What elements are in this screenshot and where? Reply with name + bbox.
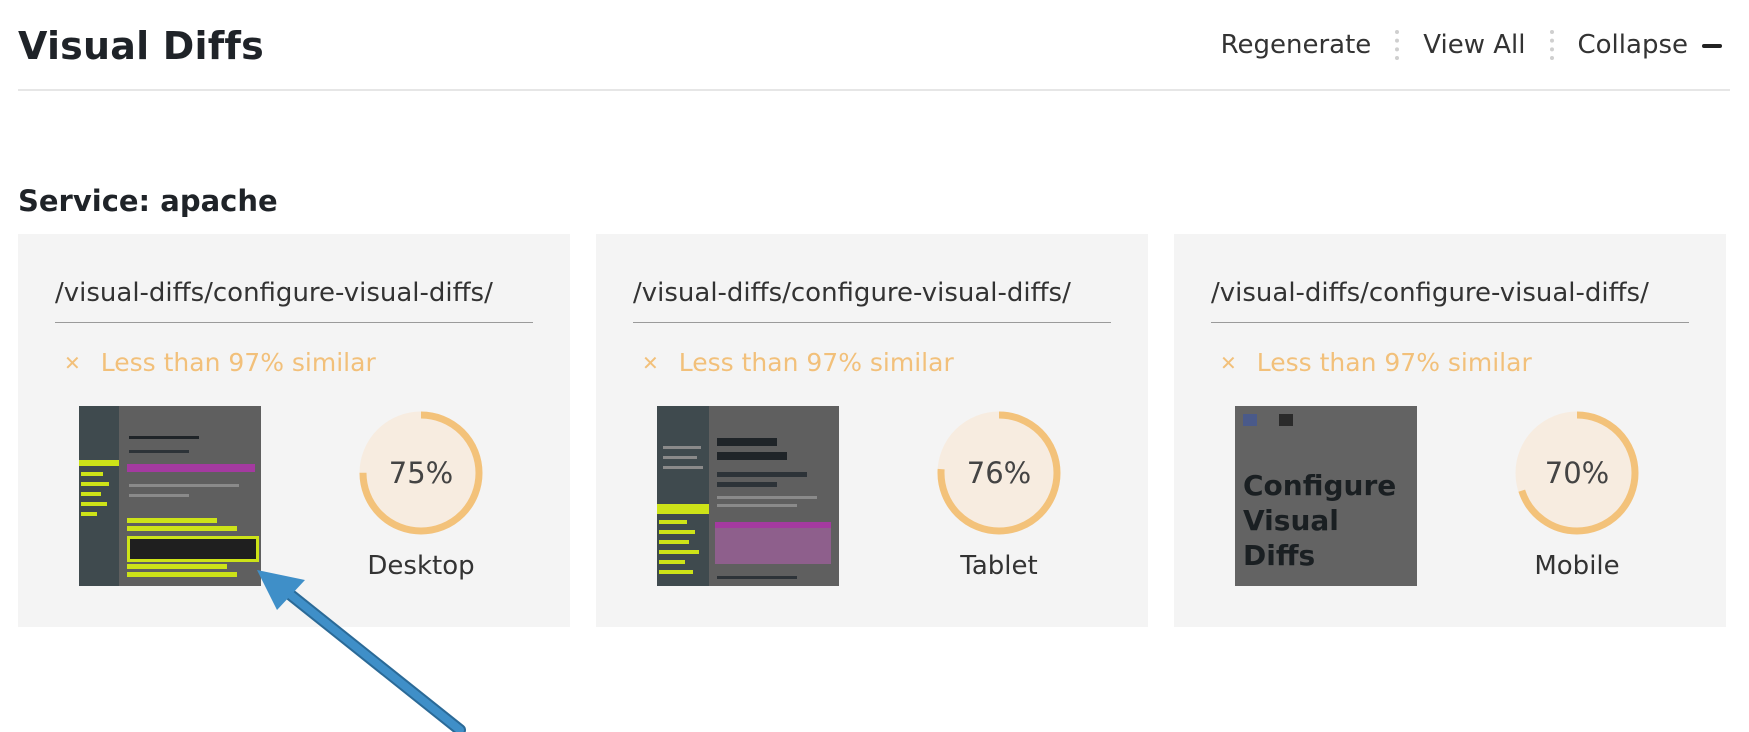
thumb-text <box>663 456 697 459</box>
close-icon: ✕ <box>642 350 659 375</box>
divider <box>1549 30 1554 60</box>
thumb-text <box>663 446 701 449</box>
thumb-highlight <box>659 570 693 574</box>
close-icon: ✕ <box>64 350 81 375</box>
thumb-highlight <box>659 560 685 564</box>
thumb-text <box>663 466 703 469</box>
minus-icon <box>1702 43 1722 48</box>
similarity-gauge: 76% <box>934 408 1064 538</box>
similarity-status: ✕ Less than 97% similar <box>642 348 954 377</box>
service-title: Service: apache <box>18 184 278 218</box>
similarity-status: ✕ Less than 97% similar <box>64 348 376 377</box>
search-icon <box>1279 414 1293 426</box>
thumb-highlight <box>659 540 689 544</box>
page-path: /visual-diffs/configure-visual-diffs/ <box>1211 278 1689 323</box>
thumb-text <box>717 576 797 579</box>
thumb-text <box>129 484 239 487</box>
header-actions: Regenerate View All Collapse <box>1221 30 1722 60</box>
thumb-code-block <box>127 536 259 562</box>
thumb-text <box>717 482 777 487</box>
thumb-highlight <box>81 512 97 516</box>
thumb-highlight <box>657 504 709 514</box>
thumb-callout <box>127 464 255 472</box>
thumb-text <box>129 450 189 453</box>
header: Visual Diffs Regenerate View All Collaps… <box>18 0 1730 91</box>
status-text: Less than 97% similar <box>678 348 954 377</box>
visual-diff-card-mobile: /visual-diffs/configure-visual-diffs/ ✕ … <box>1174 234 1726 627</box>
thumb-highlight <box>127 526 237 531</box>
thumb-highlight <box>659 550 699 554</box>
visual-diff-card-desktop: /visual-diffs/configure-visual-diffs/ ✕ … <box>18 234 570 627</box>
device-label: Tablet <box>960 551 1038 581</box>
thumb-sidebar <box>79 406 119 586</box>
collapse-button[interactable]: Collapse <box>1577 30 1722 60</box>
similarity-status: ✕ Less than 97% similar <box>1220 348 1532 377</box>
similarity-gauge: 70% <box>1512 408 1642 538</box>
thumb-highlight <box>81 472 103 476</box>
close-icon: ✕ <box>1220 350 1237 375</box>
visual-diff-card-tablet: /visual-diffs/configure-visual-diffs/ ✕ … <box>596 234 1148 627</box>
thumb-highlight <box>81 482 109 486</box>
thumb-heading: Configure Visual Diffs <box>1243 469 1397 572</box>
divider <box>1395 30 1400 60</box>
thumb-text <box>717 504 797 507</box>
page-path: /visual-diffs/configure-visual-diffs/ <box>633 278 1111 323</box>
similarity-gauge: 75% <box>356 408 486 538</box>
similarity-percent: 70% <box>1544 456 1610 490</box>
desktop-diff-thumbnail[interactable] <box>79 406 261 586</box>
regenerate-button[interactable]: Regenerate <box>1221 30 1372 60</box>
collapse-label: Collapse <box>1577 30 1689 60</box>
device-label: Mobile <box>1534 551 1620 581</box>
status-text: Less than 97% similar <box>1256 348 1532 377</box>
thumb-highlight <box>127 564 227 569</box>
thumb-heading <box>717 452 787 460</box>
page-path: /visual-diffs/configure-visual-diffs/ <box>55 278 533 323</box>
thumb-highlight <box>659 530 695 534</box>
thumb-highlight <box>81 492 101 496</box>
thumb-highlight <box>659 520 687 524</box>
annotation-arrow-icon <box>257 570 466 732</box>
thumb-sidebar <box>657 406 709 586</box>
thumb-heading <box>717 438 777 446</box>
tablet-diff-thumbnail[interactable] <box>657 406 839 586</box>
page-title: Visual Diffs <box>18 24 264 68</box>
thumb-highlight <box>79 460 119 466</box>
similarity-percent: 75% <box>388 456 454 490</box>
thumb-text <box>717 496 817 499</box>
thumb-text <box>129 436 199 439</box>
similarity-percent: 76% <box>966 456 1032 490</box>
view-all-button[interactable]: View All <box>1423 30 1525 60</box>
status-text: Less than 97% similar <box>100 348 376 377</box>
thumb-text <box>129 494 189 497</box>
thumb-highlight <box>127 572 237 577</box>
thumb-callout-body <box>715 528 831 564</box>
mobile-diff-thumbnail[interactable]: Configure Visual Diffs <box>1235 406 1417 586</box>
thumb-highlight <box>81 502 107 506</box>
thumb-text <box>717 472 807 477</box>
menu-icon <box>1243 414 1257 426</box>
thumb-highlight <box>127 518 217 523</box>
